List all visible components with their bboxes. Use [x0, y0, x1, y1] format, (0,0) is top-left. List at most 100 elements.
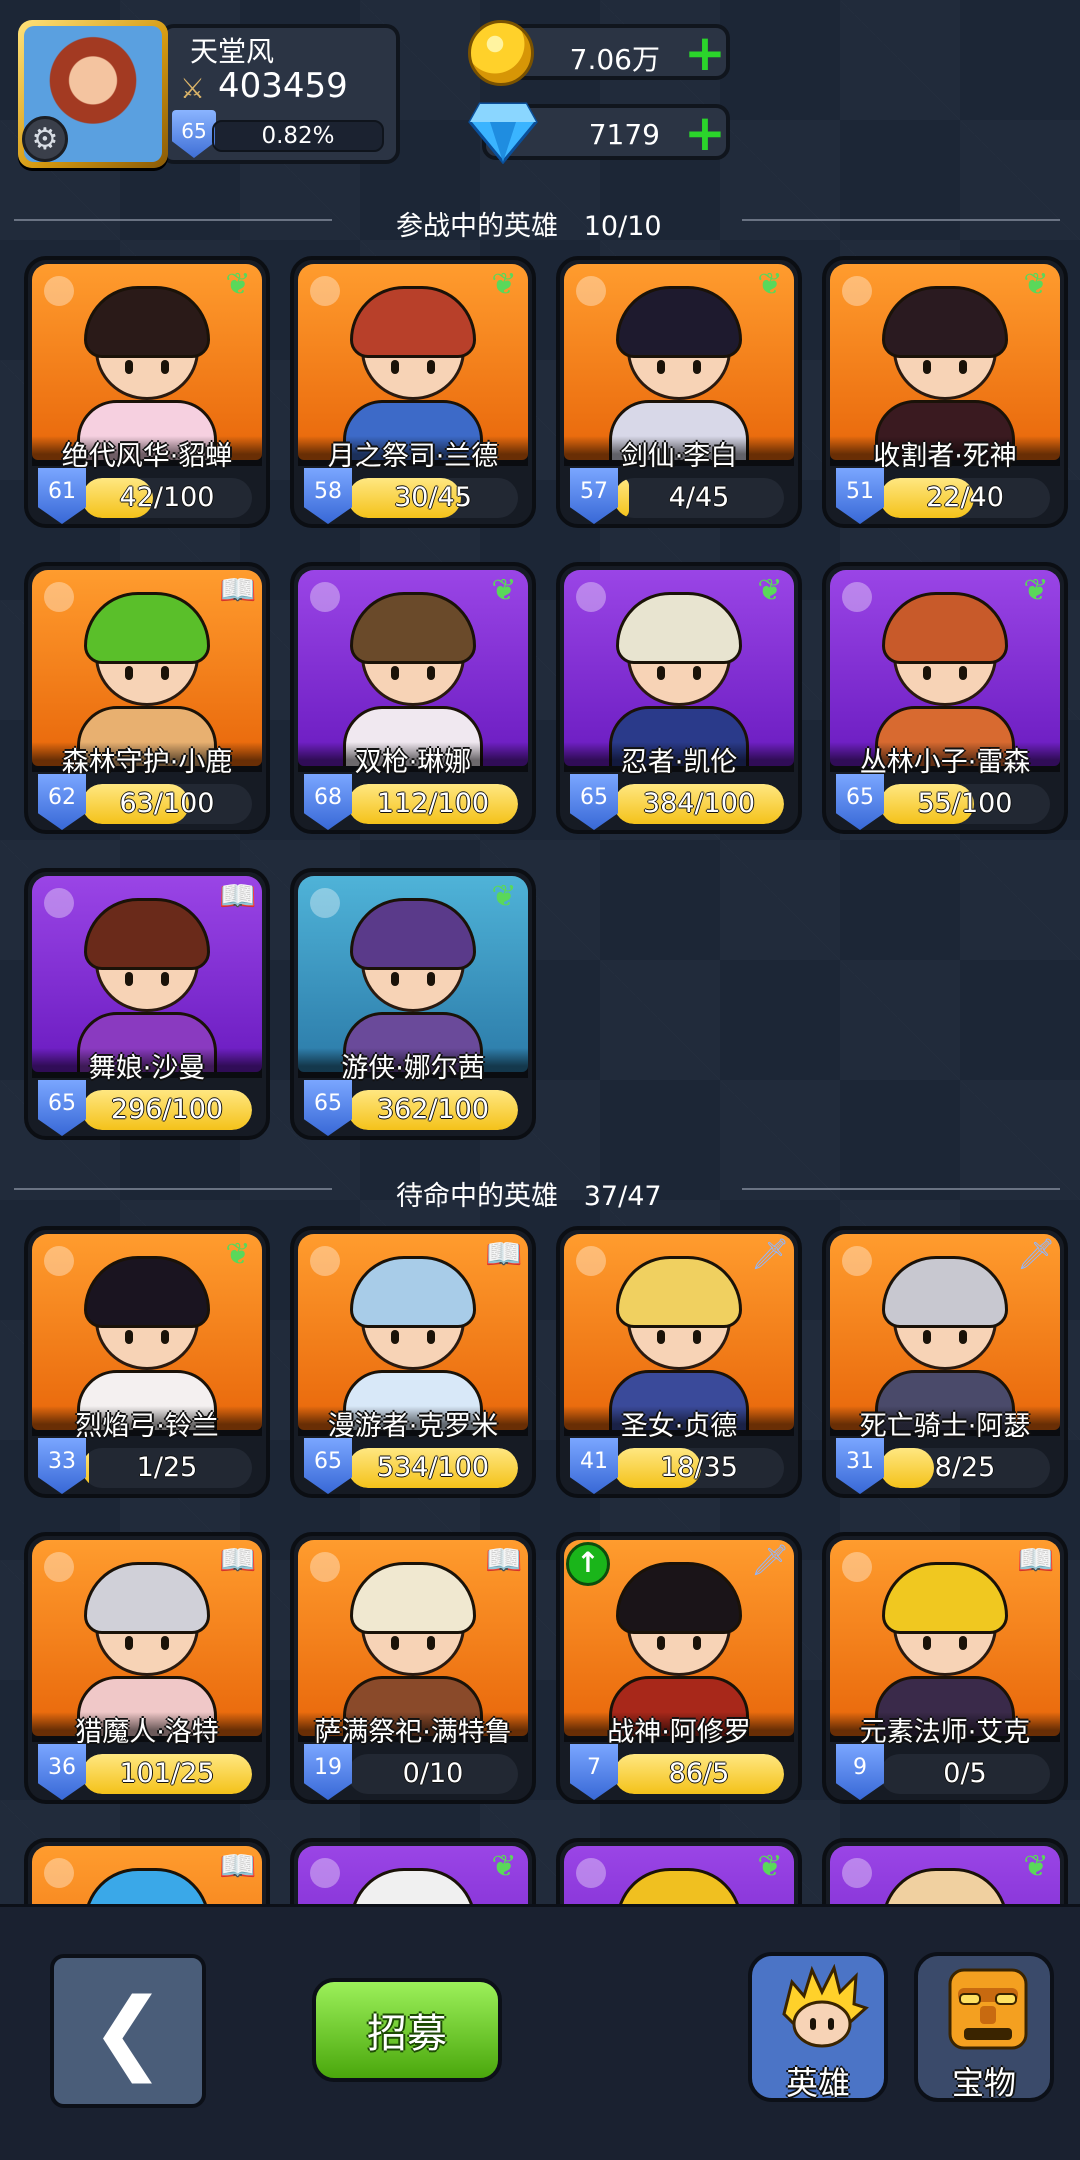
- hero-name: 忍者·凯伦: [620, 747, 738, 778]
- hero-hair: [84, 1256, 210, 1328]
- hero-card[interactable]: ❦ 游侠·娜尔茜 362/100 65: [290, 868, 536, 1140]
- section-divider-right: [742, 219, 1060, 221]
- sword-icon: 🗡: [750, 1236, 790, 1272]
- player-name: 天堂风: [190, 35, 275, 68]
- hero-level-shield: 62: [38, 774, 86, 830]
- tab-heroes[interactable]: 英雄: [748, 1952, 888, 2102]
- hero-level-shield: 58: [304, 468, 352, 524]
- hero-card[interactable]: ❦ 收割者·死神 22/40 51: [822, 256, 1068, 528]
- hero-shard-progress: 18/35: [660, 1452, 738, 1483]
- hero-shard-progress: 534/100: [376, 1452, 490, 1483]
- hero-name: 死亡骑士·阿瑟: [859, 1411, 1031, 1442]
- section-divider-left: [14, 219, 332, 221]
- leaf-icon: ❦: [1023, 266, 1049, 302]
- hero-card[interactable]: 📖 萨满祭祀·满特鲁 0/10 19: [290, 1532, 536, 1804]
- hero-eyes: [391, 1330, 435, 1344]
- hero-card[interactable]: 📖 元素法师·艾克 0/5 9: [822, 1532, 1068, 1804]
- hero-shard-progress: 1/25: [136, 1452, 198, 1483]
- hero-card[interactable]: 🗡 死亡骑士·阿瑟 8/25 31: [822, 1226, 1068, 1498]
- hero-level-shield: 19: [304, 1744, 352, 1800]
- hero-eyes: [923, 360, 967, 374]
- hero-card[interactable]: 🗡 圣女·贞德 18/35 41: [556, 1226, 802, 1498]
- recruit-button[interactable]: 招募: [312, 1978, 502, 2082]
- hero-card[interactable]: 🗡 ↑ 战神·阿修罗 86/5 7: [556, 1532, 802, 1804]
- hero-name: 舞娘·沙曼: [88, 1053, 206, 1084]
- section-divider-right-2: [742, 1188, 1060, 1190]
- hero-shard-progress: 86/5: [668, 1758, 730, 1789]
- hero-shard-progress: 63/100: [119, 788, 215, 819]
- hero-hair: [882, 1256, 1008, 1328]
- hero-level-shield: 65: [836, 774, 884, 830]
- back-button[interactable]: ❮: [50, 1954, 206, 2108]
- hero-eyes: [391, 972, 435, 986]
- reserve-heroes-title: 待命中的英雄 37/47: [396, 1174, 662, 1213]
- gold-amount: 7.06万: [569, 43, 660, 76]
- hero-level-shield: 68: [304, 774, 352, 830]
- hero-level-shield: 65: [570, 774, 618, 830]
- hero-level-shield: 65: [38, 1080, 86, 1136]
- hero-card[interactable]: ❦ 丛林小子·雷森 55/100 65: [822, 562, 1068, 834]
- hero-eyes: [923, 1330, 967, 1344]
- tab-treasure-label: 宝物: [951, 2064, 1016, 2102]
- hero-card[interactable]: ❦ 烈焰弓·铃兰 1/25 33: [24, 1226, 270, 1498]
- hero-name: 圣女·贞德: [620, 1411, 738, 1442]
- hero-name: 丛林小子·雷森: [859, 747, 1031, 778]
- hero-card[interactable]: ❦ 绝代风华·貂蝉 42/100 61: [24, 256, 270, 528]
- hero-hair: [350, 286, 476, 358]
- leaf-icon: ❦: [491, 878, 517, 914]
- hero-hair: [84, 1562, 210, 1634]
- power-swords-icon: ⚔: [180, 72, 206, 105]
- add-diamond-plus-icon[interactable]: +: [682, 108, 728, 158]
- book-icon: 📖: [219, 878, 257, 914]
- hero-name: 剑仙·李白: [620, 441, 738, 472]
- hero-card[interactable]: 📖 森林守护·小鹿 63/100 62: [24, 562, 270, 834]
- hero-eyes: [125, 360, 169, 374]
- hero-eyes: [391, 666, 435, 680]
- hero-name: 收割者·死神: [873, 441, 1017, 472]
- hero-name: 漫游者·克罗米: [327, 1411, 499, 1442]
- hero-name: 萨满祭祀·满特鲁: [314, 1717, 512, 1748]
- hero-eyes: [923, 666, 967, 680]
- hero-card[interactable]: 📖 舞娘·沙曼 296/100 65: [24, 868, 270, 1140]
- hero-shard-progress: 0/10: [402, 1758, 464, 1789]
- hero-level-shield: 41: [570, 1438, 618, 1494]
- reserve-section-label: 待命中的英雄: [396, 1181, 558, 1212]
- hero-card[interactable]: 📖 漫游者·克罗米 534/100 65: [290, 1226, 536, 1498]
- hero-card[interactable]: 📖 猎魔人·洛特 101/25 36: [24, 1532, 270, 1804]
- hero-shard-progress: 112/100: [376, 788, 490, 819]
- hero-tab-icon: [782, 1964, 869, 2048]
- leaf-icon: ❦: [757, 1848, 783, 1884]
- hero-level-shield: 61: [38, 468, 86, 524]
- hero-shard-progress: 384/100: [642, 788, 756, 819]
- tab-heroes-label: 英雄: [785, 2064, 850, 2102]
- hero-hair: [882, 286, 1008, 358]
- hero-eyes: [391, 1636, 435, 1650]
- hero-eyes: [657, 1330, 701, 1344]
- reserve-section-count: 37/47: [583, 1181, 662, 1212]
- player-power: 403459: [218, 66, 348, 106]
- hero-level-shield: 31: [836, 1438, 884, 1494]
- hero-level-shield: 9: [836, 1744, 884, 1800]
- hero-hair: [84, 286, 210, 358]
- hero-card[interactable]: ❦ 双枪·琳娜 112/100 68: [290, 562, 536, 834]
- book-icon: 📖: [219, 572, 257, 608]
- hero-hair: [350, 1562, 476, 1634]
- sword-icon: 🗡: [750, 1542, 790, 1578]
- hero-card[interactable]: ❦ 忍者·凯伦 384/100 65: [556, 562, 802, 834]
- active-heroes-title: 参战中的英雄 10/10: [396, 204, 662, 243]
- book-icon: 📖: [219, 1848, 257, 1884]
- tab-treasure[interactable]: 宝物: [914, 1952, 1054, 2102]
- sword-icon: 🗡: [1016, 1236, 1056, 1272]
- hero-shard-progress: 101/25: [119, 1758, 215, 1789]
- hero-card[interactable]: ❦ 剑仙·李白 4/45 57: [556, 256, 802, 528]
- settings-gear-icon[interactable]: ⚙: [22, 116, 68, 162]
- hero-card[interactable]: ❦ 月之祭司·兰德 30/45 58: [290, 256, 536, 528]
- hero-eyes: [125, 1636, 169, 1650]
- add-gold-plus-icon[interactable]: +: [682, 28, 728, 78]
- hero-eyes: [125, 1330, 169, 1344]
- hero-level-shield: 51: [836, 468, 884, 524]
- hero-eyes: [657, 1636, 701, 1650]
- hero-level-shield: 65: [304, 1080, 352, 1136]
- book-icon: 📖: [1017, 1542, 1055, 1578]
- leaf-icon: ❦: [491, 572, 517, 608]
